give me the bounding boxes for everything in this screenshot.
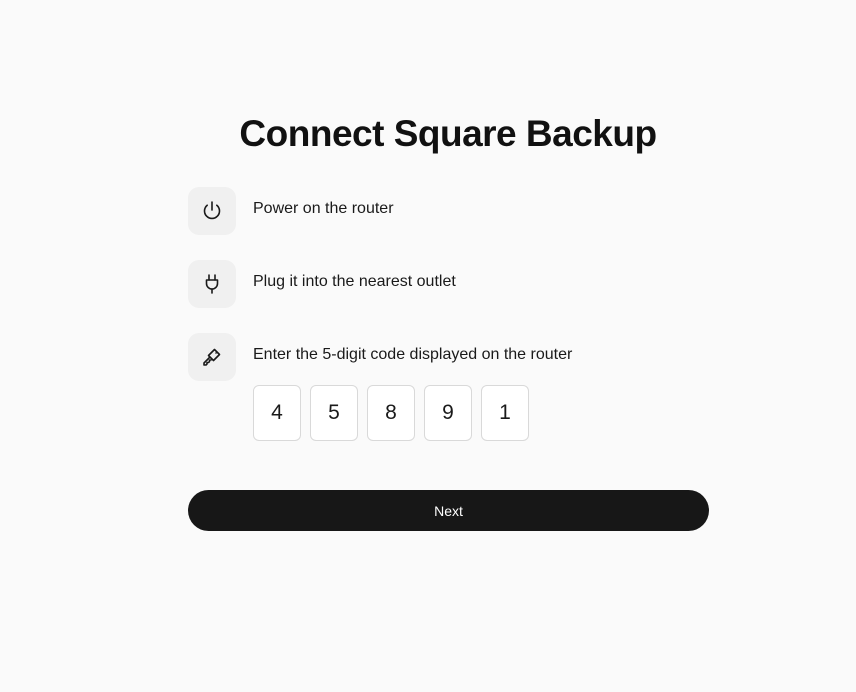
step-label: Enter the 5-digit code displayed on the … [253,346,573,363]
code-digit-1[interactable]: 4 [253,385,301,441]
setup-page: Connect Square Backup Power on the route… [0,0,856,692]
step-label: Plug it into the nearest outlet [253,273,456,290]
code-digit-4[interactable]: 9 [424,385,472,441]
code-digit-3[interactable]: 8 [367,385,415,441]
step-plug: Plug it into the nearest outlet [188,260,456,308]
next-button[interactable]: Next [188,490,709,531]
step-label: Power on the router [253,200,394,217]
code-digit-2[interactable]: 5 [310,385,358,441]
step-power: Power on the router [188,187,394,235]
code-digit-5[interactable]: 1 [481,385,529,441]
code-input-group: 4 5 8 9 1 [253,385,529,441]
step-code: Enter the 5-digit code displayed on the … [188,333,572,381]
key-icon [188,333,236,381]
power-icon [188,187,236,235]
page-title: Connect Square Backup [239,113,657,154]
plug-icon [188,260,236,308]
